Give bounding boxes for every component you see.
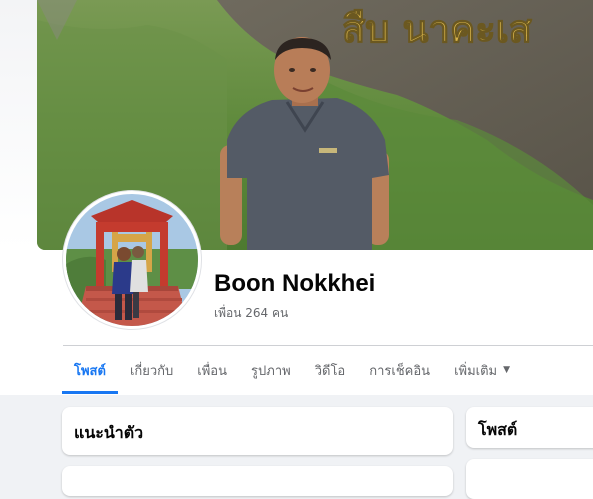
tab-more-label: เพิ่มเติม <box>454 363 498 379</box>
profile-tabs: โพสต์ เกี่ยวกับ เพื่อน รูปภาพ วิดีโอ การ… <box>62 346 522 394</box>
tab-posts[interactable]: โพสต์ <box>62 346 118 394</box>
tab-more[interactable]: เพิ่มเติม ▼ <box>442 346 522 394</box>
intro-card: แนะนำตัว <box>62 407 453 455</box>
intro-card-secondary <box>62 466 453 496</box>
tab-videos[interactable]: วิดีโอ <box>303 346 358 394</box>
tab-about[interactable]: เกี่ยวกับ <box>118 346 185 394</box>
profile-header: สืบ นาคะเส Boon Nokkhei เพื่อน 264 คน โพ… <box>0 0 593 395</box>
tab-checkins[interactable]: การเช็คอิน <box>357 346 442 394</box>
tab-friends[interactable]: เพื่อน <box>185 346 239 394</box>
intro-card-title: แนะนำตัว <box>74 423 144 442</box>
friends-count[interactable]: เพื่อน 264 คน <box>214 304 288 323</box>
avatar[interactable] <box>66 194 198 326</box>
cover-sign-text: สืบ นาคะเส <box>342 7 533 51</box>
left-margin <box>0 0 38 250</box>
profile-name: Boon Nokkhei <box>214 270 376 297</box>
posts-card: โพสต์ <box>466 407 593 448</box>
post-preview-card <box>466 459 593 499</box>
tab-photos[interactable]: รูปภาพ <box>239 346 303 394</box>
caret-down-icon: ▼ <box>503 365 511 375</box>
posts-card-title: โพสต์ <box>478 420 518 439</box>
